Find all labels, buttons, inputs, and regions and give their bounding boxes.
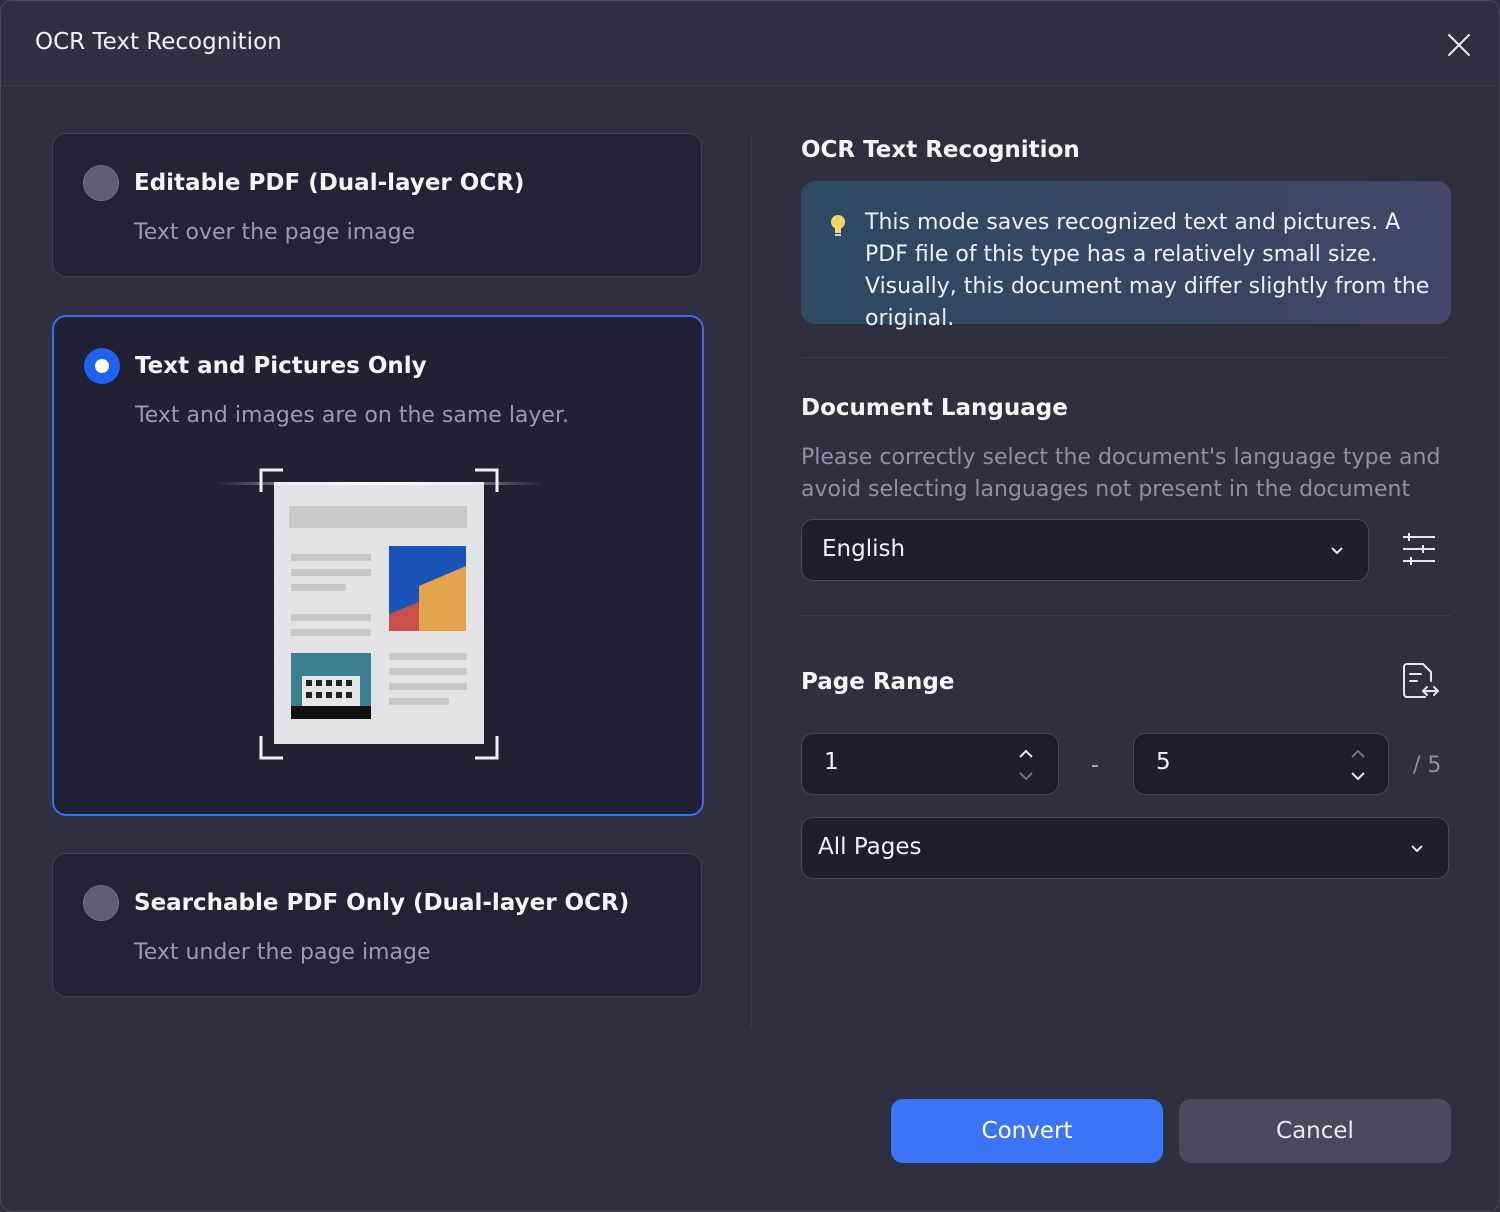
vertical-divider [751,133,752,1028]
page-to-input[interactable] [1133,733,1389,795]
language-select-value: English [822,536,906,562]
mode-card-searchable-pdf[interactable]: Searchable PDF Only (Dual-layer OCR) Tex… [52,853,702,997]
mode-description: Text under the page image [134,940,431,965]
page-subset-select[interactable]: All Pages [801,817,1449,879]
stepper-arrows-icon[interactable] [1348,747,1368,783]
radio-editable-pdf[interactable] [83,165,119,201]
cancel-button[interactable]: Cancel [1179,1099,1451,1163]
page-range-swap-icon[interactable] [1401,661,1441,701]
page-to-field[interactable] [1154,748,1308,776]
lightbulb-icon [831,215,845,236]
mode-info-box: This mode saves recognized text and pict… [801,181,1451,331]
page-total: / 5 [1413,753,1442,778]
page-from-field[interactable] [822,748,976,776]
mode-description: Text over the page image [134,220,416,245]
page-range-title: Page Range [801,669,955,695]
language-section-title: Document Language [801,395,1068,421]
close-icon[interactable] [1441,27,1477,63]
page-from-input[interactable] [801,733,1059,795]
convert-button[interactable]: Convert [891,1099,1163,1163]
title-bar: OCR Text Recognition [1,1,1499,86]
mode-info-text: This mode saves recognized text and pict… [865,210,1430,331]
ocr-section-title: OCR Text Recognition [801,137,1080,163]
mode-description: Text and images are on the same layer. [135,403,569,428]
ocr-dialog: OCR Text Recognition Editable PDF (Dual-… [0,0,1500,1212]
range-separator: - [1091,753,1099,778]
divider [801,357,1451,358]
document-scan-illustration [214,462,544,772]
dialog-title: OCR Text Recognition [35,29,282,55]
radio-text-and-pictures[interactable] [84,348,120,384]
mode-title: Searchable PDF Only (Dual-layer OCR) [134,890,630,916]
mode-card-text-and-pictures[interactable]: Text and Pictures Only Text and images a… [52,315,704,816]
language-settings-icon[interactable] [1401,531,1437,567]
stepper-arrows-icon[interactable] [1016,747,1036,783]
mode-title: Editable PDF (Dual-layer OCR) [134,170,525,196]
radio-searchable-pdf[interactable] [83,885,119,921]
mode-card-editable-pdf[interactable]: Editable PDF (Dual-layer OCR) Text over … [52,133,702,277]
page-subset-value: All Pages [818,834,922,860]
language-select[interactable]: English [801,519,1369,581]
chevron-down-icon [1411,845,1423,853]
chevron-down-icon [1331,547,1343,555]
language-description: Please correctly select the document's l… [801,445,1441,502]
divider [801,615,1451,616]
mode-title: Text and Pictures Only [135,353,427,379]
